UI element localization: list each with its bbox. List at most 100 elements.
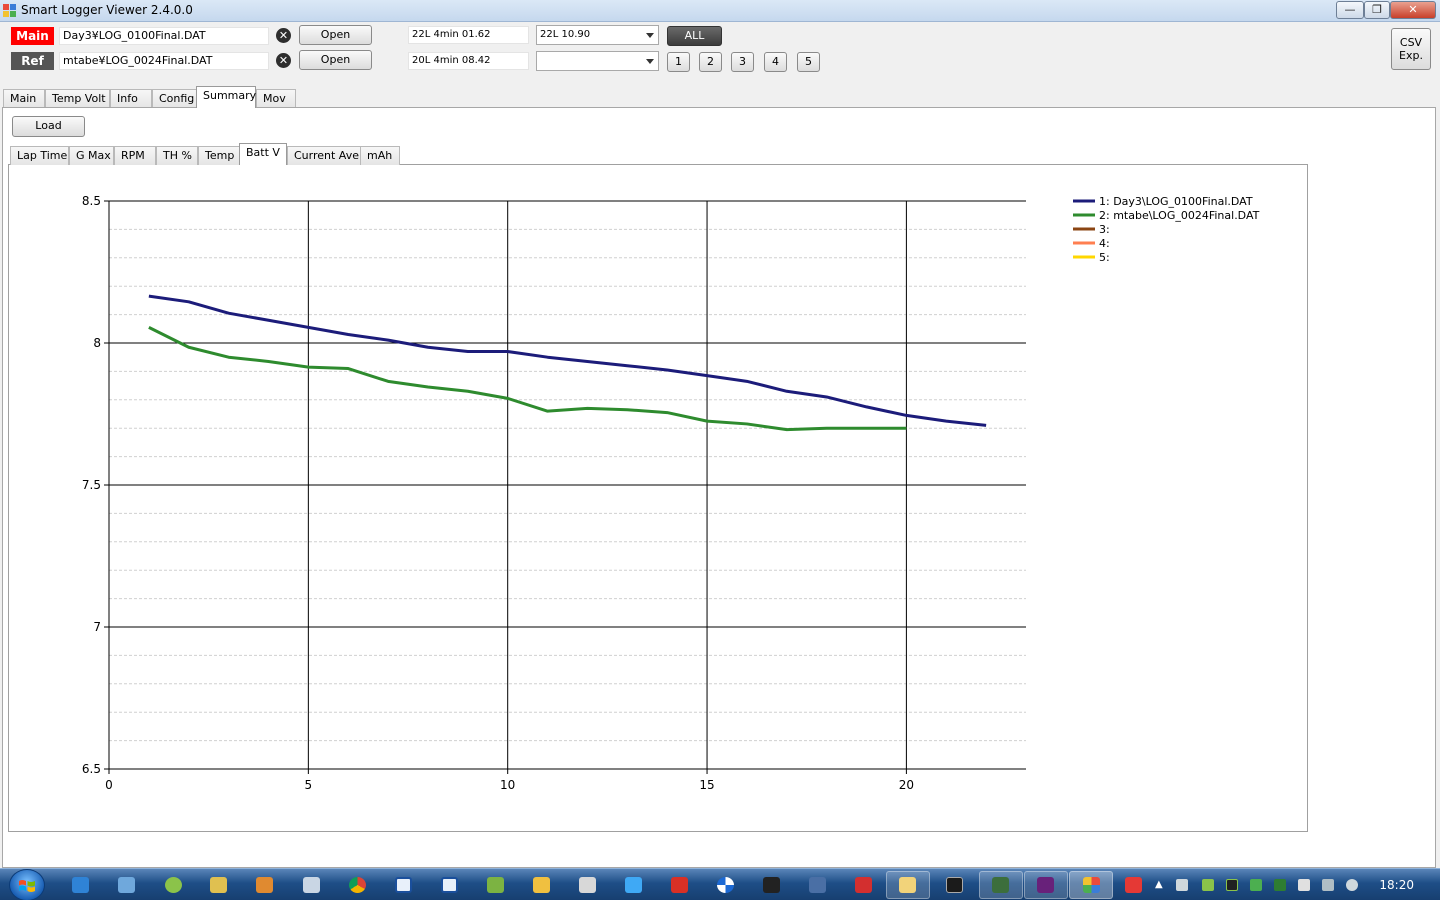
folder-icon [899, 877, 916, 893]
batt-v-chart: 6.5 7 7.5 8 8.5 0 5 10 15 20 1: Day3\LOG_0100Fina… [82, 194, 1260, 792]
app-icon [3, 4, 17, 18]
slot-button-2[interactable]: 2 [699, 52, 722, 72]
tray-icon[interactable] [1274, 879, 1286, 891]
all-button[interactable]: ALL [667, 26, 722, 46]
main-lap-select[interactable]: 22L 10.90 [536, 25, 659, 45]
clear-ref-file-icon[interactable]: ✕ [276, 53, 291, 68]
chart-series [148, 294, 987, 432]
taskbar-app-icon[interactable] [118, 877, 135, 893]
legend-label-1: 1: Day3\LOG_0100Final.DAT [1099, 195, 1253, 208]
visual-studio-icon [1037, 877, 1054, 893]
main-lap-select-value: 22L 10.90 [540, 29, 591, 40]
chrome-icon[interactable] [349, 877, 366, 893]
y-tick-label: 7.5 [82, 478, 101, 492]
acrobat-icon[interactable] [1125, 877, 1142, 893]
taskbar: ▲ 18:20 [0, 868, 1440, 900]
taskbar-app-icon[interactable] [809, 877, 826, 893]
tab-lap-time[interactable]: Lap Time [10, 146, 69, 165]
slot-button-5[interactable]: 5 [797, 52, 820, 72]
tab-mov[interactable]: Mov [256, 89, 296, 108]
slot-button-1[interactable]: 1 [667, 52, 690, 72]
series-line-1 [148, 294, 987, 427]
taskbar-app-icon[interactable] [671, 877, 688, 893]
main-file-path[interactable]: Day3¥LOG_0100Final.DAT [59, 27, 269, 45]
taskbar-app-icon[interactable] [855, 877, 872, 893]
taskbar-app-icon[interactable] [487, 877, 504, 893]
window-title-bar: Smart Logger Viewer 2.4.0.0 — ❐ ✕ [0, 0, 1440, 22]
taskbar-app-icon[interactable] [625, 877, 642, 893]
tab-summary[interactable]: Summary [196, 86, 256, 108]
batt-v-chart-panel: 6.5 7 7.5 8 8.5 0 5 10 15 20 1: Day3\LOG_0100Fina… [8, 164, 1308, 832]
volume-icon[interactable] [1346, 879, 1358, 891]
window-title: Smart Logger Viewer 2.4.0.0 [21, 3, 193, 17]
taskbar-app-icon[interactable] [579, 877, 596, 893]
y-tick-label: 6.5 [82, 762, 101, 776]
y-tick-label: 8 [93, 336, 101, 350]
taskbar-app-icon[interactable] [717, 877, 734, 893]
start-button[interactable] [9, 869, 45, 900]
slot-button-3[interactable]: 3 [731, 52, 754, 72]
tray-icon[interactable] [1176, 879, 1188, 891]
chart-axes: 6.5 7 7.5 8 8.5 0 5 10 15 20 [82, 194, 914, 792]
chart-grid [108, 200, 1026, 770]
x-tick-label: 10 [500, 778, 515, 792]
x-tick-label: 15 [699, 778, 714, 792]
clear-main-file-icon[interactable]: ✕ [276, 28, 291, 43]
minimize-button[interactable]: — [1336, 1, 1364, 19]
open-ref-button[interactable]: Open [299, 50, 372, 70]
taskbar-app-icon [992, 877, 1009, 893]
csv-export-button[interactable]: CSV Exp. [1391, 28, 1431, 70]
taskbar-app-icon[interactable] [441, 877, 458, 893]
taskbar-app-icon[interactable] [210, 877, 227, 893]
app-icon [1083, 877, 1100, 893]
internet-explorer-icon[interactable] [72, 877, 89, 893]
load-button[interactable]: Load [12, 116, 85, 137]
taskbar-app-icon[interactable] [763, 877, 780, 893]
open-main-button[interactable]: Open [299, 25, 372, 45]
y-tick-label: 8.5 [82, 194, 101, 208]
legend-label-3: 3: [1099, 223, 1110, 236]
ref-file-path[interactable]: mtabe¥LOG_0024Final.DAT [59, 52, 269, 70]
legend-label-4: 4: [1099, 237, 1110, 250]
tray-icon[interactable] [1202, 879, 1214, 891]
ref-file-tag: Ref [11, 52, 54, 70]
tab-main[interactable]: Main [3, 89, 45, 108]
tray-check-icon[interactable] [1250, 879, 1262, 891]
ref-summary: 20L 4min 08.42 [408, 52, 529, 70]
chevron-down-icon [646, 33, 654, 38]
y-tick-label: 7 [93, 620, 101, 634]
tab-rpm[interactable]: RPM [114, 146, 156, 165]
tab-mah[interactable]: mAh [360, 146, 400, 165]
legend-label-5: 5: [1099, 251, 1110, 264]
chevron-down-icon [646, 59, 654, 64]
taskbar-app-icon[interactable] [165, 877, 182, 893]
windows-logo-icon [19, 880, 35, 892]
ref-lap-select[interactable] [536, 51, 659, 71]
console-icon[interactable] [946, 877, 963, 893]
taskbar-clock[interactable]: 18:20 [1379, 878, 1414, 892]
taskbar-app-icon[interactable] [395, 877, 412, 893]
tray-icon[interactable] [1226, 879, 1238, 891]
tab-th-percent[interactable]: TH % [156, 146, 198, 165]
tab-batt-v[interactable]: Batt V [239, 143, 287, 165]
network-icon[interactable] [1322, 879, 1334, 891]
chart-legend: 1: Day3\LOG_0100Final.DAT2: mtabe\LOG_00… [1073, 195, 1260, 264]
close-button[interactable]: ✕ [1390, 1, 1436, 19]
taskbar-app-icon[interactable] [533, 877, 550, 893]
taskbar-app-icon[interactable] [303, 877, 320, 893]
legend-label-2: 2: mtabe\LOG_0024Final.DAT [1099, 209, 1260, 222]
maximize-button[interactable]: ❐ [1364, 1, 1390, 19]
x-tick-label: 5 [305, 778, 313, 792]
tray-expand-icon[interactable]: ▲ [1155, 879, 1163, 890]
action-center-flag-icon[interactable] [1298, 879, 1310, 891]
tab-info[interactable]: Info [110, 89, 152, 108]
slot-button-4[interactable]: 4 [764, 52, 787, 72]
taskbar-app-icon[interactable] [256, 877, 273, 893]
tab-config[interactable]: Config [152, 89, 197, 108]
main-summary: 22L 4min 01.62 [408, 26, 529, 44]
tab-temp[interactable]: Temp [198, 146, 240, 165]
csv-export-line2: Exp. [1399, 49, 1423, 62]
tab-current-ave[interactable]: Current Ave [287, 146, 361, 165]
tab-temp-volt[interactable]: Temp Volt [45, 89, 110, 108]
tab-g-max[interactable]: G Max [69, 146, 114, 165]
